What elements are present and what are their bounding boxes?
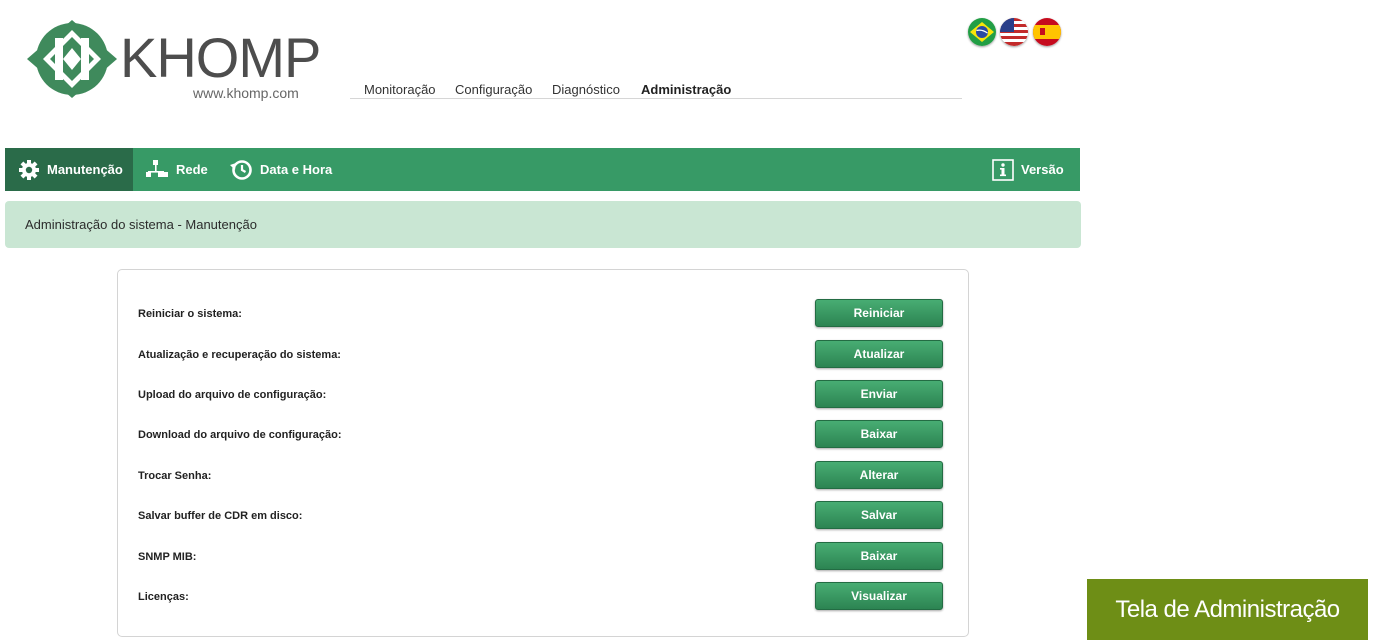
info-icon: [992, 158, 1014, 181]
row-label: SNMP MIB:: [138, 551, 197, 563]
brand-name: KHOMP: [120, 26, 321, 89]
menu-versao[interactable]: Versão: [992, 148, 1064, 191]
menu-versao-label: Versão: [1021, 162, 1064, 177]
flag-usa-icon[interactable]: [1000, 18, 1028, 46]
menu-data-e-hora[interactable]: Data e Hora: [229, 148, 332, 191]
maintenance-row: Download do arquivo de configuração: Bai…: [118, 420, 968, 452]
row-label: Salvar buffer de CDR em disco:: [138, 510, 303, 522]
alterar-senha-button[interactable]: Alterar: [815, 461, 943, 489]
salvar-cdr-button[interactable]: Salvar: [815, 501, 943, 529]
maintenance-row: Atualização e recuperação do sistema: At…: [118, 340, 968, 372]
maintenance-row: Trocar Senha: Alterar: [118, 461, 968, 493]
menu-manutencao[interactable]: Manutenção: [5, 148, 133, 191]
row-label: Download do arquivo de configuração:: [138, 429, 342, 441]
row-label: Trocar Senha:: [138, 470, 212, 482]
row-label: Licenças:: [138, 591, 189, 603]
brand-url: www.khomp.com: [193, 85, 299, 101]
nav-configuracao[interactable]: Configuração: [455, 82, 532, 97]
caption-text: Tela de Administração: [1115, 596, 1340, 623]
maintenance-row: Upload do arquivo de configuração: Envia…: [118, 380, 968, 412]
nav-diagnostico[interactable]: Diagnóstico: [552, 82, 620, 97]
row-label: Upload do arquivo de configuração:: [138, 389, 327, 401]
network-icon: [145, 159, 169, 181]
top-navigation: Monitoração Configuração Diagnóstico Adm…: [350, 80, 962, 99]
menu-rede-label: Rede: [176, 162, 208, 177]
gear-icon: [18, 159, 40, 181]
atualizar-button[interactable]: Atualizar: [815, 340, 943, 368]
menu-data-e-hora-label: Data e Hora: [260, 162, 333, 177]
clock-history-icon: [229, 159, 253, 181]
section-header: Administração do sistema - Manutenção: [5, 201, 1081, 248]
menu-rede[interactable]: Rede: [145, 148, 208, 191]
maintenance-row: Licenças: Visualizar: [118, 582, 968, 614]
row-label: Reiniciar o sistema:: [138, 308, 242, 320]
row-label: Atualização e recuperação do sistema:: [138, 349, 341, 361]
nav-monitoracao[interactable]: Monitoração: [364, 82, 436, 97]
khomp-logo-icon: [25, 20, 120, 98]
baixar-mib-button[interactable]: Baixar: [815, 542, 943, 570]
enviar-button[interactable]: Enviar: [815, 380, 943, 408]
caption-box: Tela de Administração: [1087, 579, 1368, 640]
admin-menu-bar: Manutenção Rede Data e Hora Versão: [5, 148, 1080, 191]
maintenance-row: Reiniciar o sistema: Reiniciar: [118, 299, 968, 331]
maintenance-row: Salvar buffer de CDR em disco: Salvar: [118, 501, 968, 533]
flag-brazil-icon[interactable]: [968, 18, 996, 46]
maintenance-panel: Reiniciar o sistema: Reiniciar Atualizaç…: [117, 269, 969, 637]
section-title: Administração do sistema - Manutenção: [25, 217, 257, 232]
reiniciar-button[interactable]: Reiniciar: [815, 299, 943, 327]
visualizar-licencas-button[interactable]: Visualizar: [815, 582, 943, 610]
flag-spain-icon[interactable]: [1033, 18, 1061, 46]
maintenance-row: SNMP MIB: Baixar: [118, 542, 968, 574]
baixar-config-button[interactable]: Baixar: [815, 420, 943, 448]
menu-manutencao-label: Manutenção: [47, 162, 123, 177]
nav-administracao[interactable]: Administração: [641, 82, 731, 97]
